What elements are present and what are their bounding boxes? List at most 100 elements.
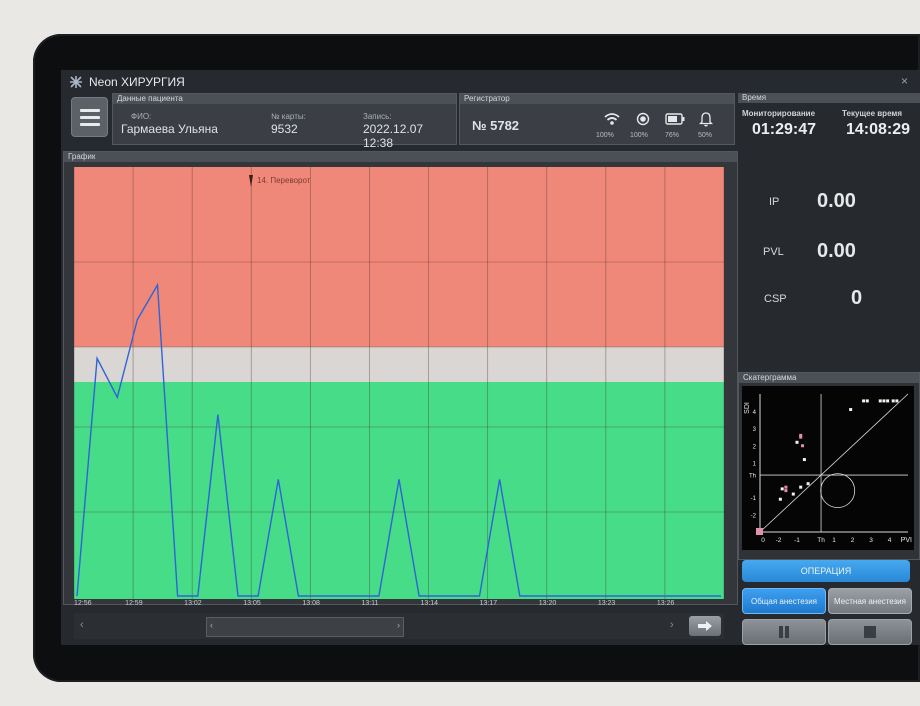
scatter-y-tick: 1: [753, 462, 757, 468]
patient-panel: Данные пациента ФИО: Гармаева Ульяна № к…: [112, 93, 457, 150]
x-tick-label: 13:26: [656, 600, 675, 607]
x-tick-label: 13:23: [597, 600, 616, 607]
close-icon[interactable]: ×: [901, 74, 908, 88]
name-label: ФИО:: [131, 112, 152, 121]
menu-button[interactable]: [71, 97, 108, 137]
record-label: Запись:: [363, 112, 392, 121]
metric-pvl-value: 0.00: [817, 240, 856, 262]
scatter-point: [799, 485, 803, 489]
arrow-right-icon: [698, 621, 712, 631]
x-tick-label: 13:02: [184, 600, 202, 607]
metric-csp-value: 0: [851, 287, 863, 309]
pause-button[interactable]: [742, 619, 826, 645]
app-title: Neon ХИРУРГИЯ: [89, 75, 185, 89]
patient-panel-header: Данные пациента: [113, 94, 456, 104]
graph-scrollbar[interactable]: ‹ ‹ › ›: [74, 613, 724, 639]
recorder-status-group: 100% 100% 76% 50%: [596, 110, 730, 142]
scatter-y-tick: -2: [751, 513, 757, 519]
event-marker-label: 14. Переворот: [257, 176, 311, 185]
record-status: 100%: [630, 132, 648, 139]
scatter-point: [849, 408, 853, 412]
app-screen: Neon ХИРУРГИЯ × Данные пациента ФИО: Гар…: [61, 70, 920, 645]
scatter-panel-header: Скатерграмма: [739, 373, 919, 383]
scatter-point: [882, 399, 886, 403]
x-tick-label: 12:56: [74, 600, 92, 607]
scatter-point: [791, 492, 795, 496]
scatter-y-tick: -1: [751, 496, 757, 502]
scatter-point: [865, 399, 869, 403]
scatter-point: [784, 485, 788, 489]
scatter-point: [802, 458, 806, 462]
scatter-target-circle: [820, 473, 856, 508]
app-logo-icon: [70, 76, 82, 88]
scatter-x-tick: 3: [869, 537, 873, 544]
patient-name: Гармаева Ульяна: [121, 122, 218, 136]
scatter-origin-marker: [756, 528, 763, 535]
thumb-right-grip: ›: [397, 620, 400, 630]
scatter-point: [891, 399, 895, 403]
x-tick-label: 13:11: [361, 600, 379, 607]
scatter-area: 4 3 2 1 Th -1 -2 0 -2 -1 Th 1 2 3 4 SDI PVI: [742, 386, 914, 550]
scatter-point: [795, 440, 799, 444]
thumb-left-grip: ‹: [210, 620, 213, 630]
scatter-point: [862, 399, 866, 403]
graph-x-axis: 12:56 12:59 13:02 13:05 13:08 13:11 13:14 13:17…: [74, 600, 724, 610]
scatter-x-tick: 1: [832, 537, 836, 544]
scatter-y-tick: 4: [753, 410, 757, 416]
monitoring-time: 01:29:47: [752, 121, 817, 138]
metric-ip-label: IP: [769, 196, 780, 208]
time-panel-header: Время: [738, 93, 920, 103]
scatter-x-tick: -2: [776, 537, 782, 544]
scroll-left-arrow[interactable]: ‹: [80, 619, 84, 631]
general-anesthesia-button[interactable]: Общая анестезия: [742, 588, 826, 614]
scroll-thumb[interactable]: ‹ ›: [206, 617, 404, 637]
event-marker: [249, 175, 253, 187]
scatter-point: [778, 497, 782, 501]
x-tick-label: 13:17: [479, 600, 498, 607]
current-time-label: Текущее время: [842, 109, 902, 118]
scatter-point: [799, 435, 803, 439]
next-button[interactable]: [689, 616, 721, 636]
local-anesthesia-button[interactable]: Местная анестезия: [828, 588, 912, 614]
x-tick-label: 13:05: [243, 600, 261, 607]
x-tick-label: 13:20: [538, 600, 557, 607]
pause-icon: [779, 626, 789, 638]
scatter-point: [878, 399, 882, 403]
scatter-x-label: PVI: [901, 537, 912, 544]
metrics-panel: IP 0.00 PVL 0.00 CSP 0: [738, 156, 920, 370]
time-panel: Время Мониторирование 01:29:47 Текущее в…: [738, 93, 920, 153]
scatter-x-tick: 2: [851, 537, 855, 544]
metric-pvl-label: PVL: [763, 246, 784, 258]
x-tick-label: 13:14: [420, 600, 439, 607]
graph-series-line: [76, 282, 721, 597]
graph-panel-header: График: [64, 152, 737, 162]
wifi-status: 100%: [596, 132, 614, 139]
scatter-y-tick: 3: [753, 427, 757, 433]
bell-icon: [699, 112, 713, 127]
stop-button[interactable]: [828, 619, 912, 645]
hamburger-icon: [79, 108, 100, 112]
metric-ip-value: 0.00: [817, 190, 856, 212]
x-tick-label: 13:08: [302, 600, 320, 607]
scatter-y-label: SDI: [744, 402, 751, 414]
app-titlebar: Neon ХИРУРГИЯ: [69, 72, 185, 92]
operation-button[interactable]: ОПЕРАЦИЯ: [742, 560, 910, 582]
scatter-x-tick: 4: [888, 537, 892, 544]
battery-status: 76%: [665, 132, 680, 139]
recorder-panel-header: Регистратор: [460, 94, 734, 104]
scatter-point: [806, 482, 810, 486]
scatter-point: [886, 399, 890, 403]
card-label: № карты:: [271, 112, 306, 121]
scatter-point: [780, 487, 784, 491]
card-number: 9532: [271, 122, 298, 136]
scatter-point: [784, 489, 788, 493]
graph-area: 14. Переворот: [74, 167, 724, 599]
record-icon: [636, 112, 650, 126]
record-datetime: 2022.12.07 12:38: [363, 122, 424, 150]
bell-status: 50%: [698, 132, 713, 139]
scroll-right-arrow[interactable]: ›: [670, 619, 674, 631]
stop-icon: [864, 626, 876, 638]
monitoring-label: Мониторирование: [742, 109, 816, 118]
scatter-x-tick: 0: [761, 537, 765, 544]
metric-csp-label: CSP: [764, 293, 787, 305]
